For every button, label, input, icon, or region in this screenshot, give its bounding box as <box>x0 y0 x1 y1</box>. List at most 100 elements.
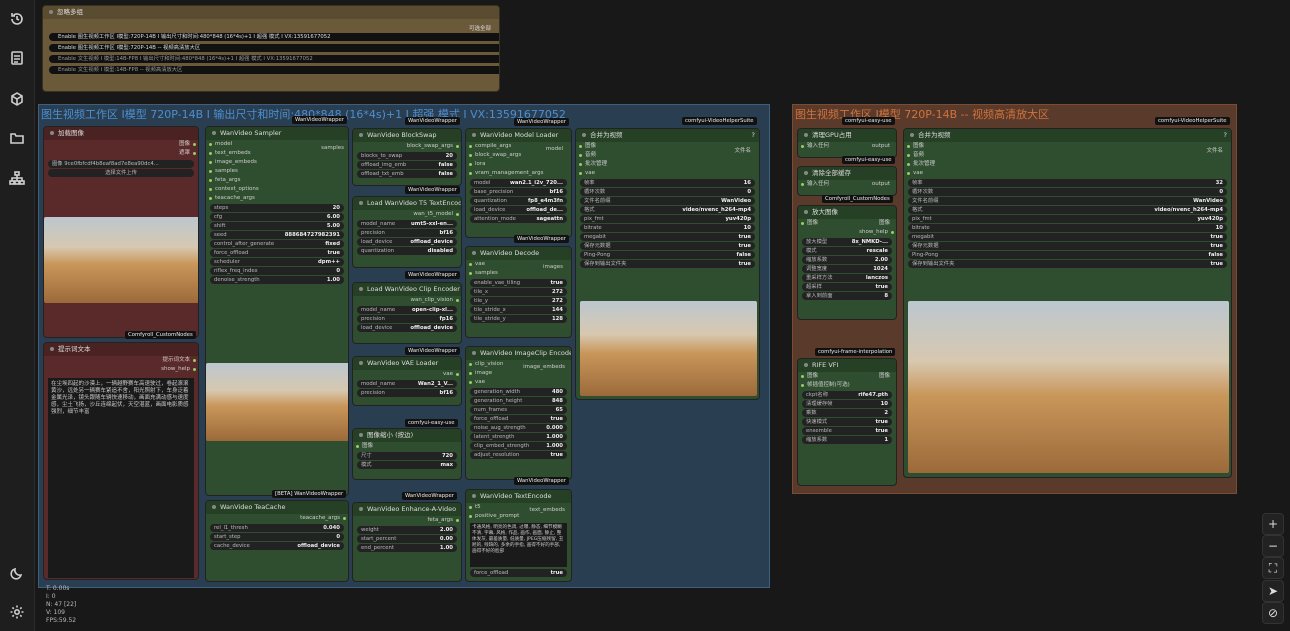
help-icon[interactable]: ? <box>752 129 755 142</box>
input-slot[interactable]: text_embeds <box>206 149 348 158</box>
bypass-row[interactable]: Enable 图生视频工作区 I模型:720P-14B -- 视频高清放大区ye… <box>49 44 499 52</box>
widget[interactable]: tile_y 272 <box>470 297 567 305</box>
video-combine-node[interactable]: 合并为视频? 文件名 图像 音频 批次管理 vae 帧率 16 循环次数 0 文件名… <box>575 128 760 400</box>
input-slot[interactable]: 图像 <box>353 442 461 451</box>
bypass-row[interactable]: Enable 图生视频工作区 I模型:720P-14B I 输出尺寸和时间:48… <box>49 33 499 41</box>
zoom-out-icon[interactable]: − <box>1262 535 1284 557</box>
upload-button[interactable]: 选择文件上传 <box>48 169 194 177</box>
load-clip-encoder-node[interactable]: Load WanVideo Clip Encoder wan_clip_visi… <box>352 282 462 344</box>
widget[interactable]: Ping-Pong false <box>908 251 1227 259</box>
output-slot[interactable]: feta_args <box>353 516 461 525</box>
widget[interactable]: denoise_strength 1.00 <box>210 276 344 284</box>
widget[interactable]: attention_mode sageattn <box>470 215 567 223</box>
widget[interactable]: quantization disabled <box>357 247 457 255</box>
input-slot[interactable]: image_embeds <box>206 158 348 167</box>
output-slot[interactable]: block_swap_args <box>353 142 461 151</box>
widget[interactable]: enable_vae_tiling true <box>470 279 567 287</box>
prompt-text-node[interactable]: 提示词文本 提示词文本 show_help 在尘埃四起的沙漠上，一辆越野赛车高速… <box>43 342 199 580</box>
widget[interactable]: bitrate 10 <box>908 224 1227 232</box>
widget[interactable]: 重采样方法 lanczos <box>802 274 892 282</box>
widget[interactable]: 格式 video/nvenc_h264-mp4 <box>580 206 755 214</box>
widget[interactable]: bitrate 10 <box>580 224 755 232</box>
widget[interactable]: start_percent 0.00 <box>357 535 457 543</box>
fit-view-icon[interactable]: ⛶ <box>1262 557 1284 579</box>
group-title[interactable]: 图生视频工作区 I模型 720P-14B -- 视频高清放大区 <box>795 106 1049 122</box>
wanvideo-teacache-node[interactable]: WanVideo TeaCache teacache_args rel_l1_t… <box>205 500 349 582</box>
widget[interactable]: 帧率 16 <box>580 179 755 187</box>
widget[interactable]: offload_txt_emb false <box>357 170 457 178</box>
widget[interactable]: 保存元数据 true <box>908 242 1227 250</box>
video-preview[interactable] <box>908 301 1229 473</box>
input-slot[interactable]: feta_args <box>206 176 348 185</box>
video-combine-upscaled-node[interactable]: 合并为视频? 文件名 图像 音频 批次管理 vae 帧率 32 循环次数 0 文件名… <box>903 128 1232 478</box>
input-slot[interactable]: block_swap_args <box>466 151 571 160</box>
widget[interactable]: tile_stride_x 144 <box>470 306 567 314</box>
widget[interactable]: offload_img_emb false <box>357 161 457 169</box>
widget[interactable]: weight 2.00 <box>357 526 457 534</box>
rife-vfi-node[interactable]: RIFE VFI 图像 图像 帧插值控制(可选) ckpt名称 rife47.pth… <box>797 358 897 486</box>
widget[interactable]: 帧率 32 <box>908 179 1227 187</box>
widget[interactable]: rel_l1_thresh 0.040 <box>210 524 344 532</box>
input-slot[interactable]: vram_management_args <box>466 169 571 178</box>
load-t5-encoder-node[interactable]: Load WanVideo T5 TextEncoder wan_t5_mode… <box>352 196 462 268</box>
output-slot[interactable]: wan_t5_model <box>353 210 461 219</box>
clear-cache-node[interactable]: 清除全部缓存 输入任何 output <box>797 166 897 196</box>
bypass-row[interactable]: Enable 文生视频 I 模型:14B-FP8 -- 视频高清放大区no➜ <box>49 66 499 74</box>
input-slot[interactable]: 图像 <box>576 142 759 151</box>
moon-icon[interactable] <box>6 562 28 584</box>
input-slot[interactable]: vae <box>576 169 759 178</box>
input-slot[interactable]: 音频 <box>904 151 1231 160</box>
widget[interactable]: num_frames 65 <box>470 406 567 414</box>
input-slot[interactable]: 输入任何 output <box>798 142 896 151</box>
output-teacache[interactable]: teacache_args <box>206 514 348 523</box>
widget[interactable]: megabit true <box>908 233 1227 241</box>
widget[interactable]: precision bf16 <box>357 389 457 397</box>
widget[interactable]: riflex_freq_index 0 <box>210 267 344 275</box>
widget[interactable]: 缩放系数 1 <box>802 436 892 444</box>
widget[interactable]: cache_device offload_device <box>210 542 344 550</box>
widget[interactable]: shift 5.00 <box>210 222 344 230</box>
input-slot[interactable]: context_options <box>206 185 348 194</box>
input-slot[interactable]: 图像 图像 <box>798 372 896 381</box>
widget[interactable]: noise_aug_strength 0.000 <box>470 424 567 432</box>
input-slot[interactable]: samples <box>206 167 348 176</box>
widget[interactable]: 调整宽度 1024 <box>802 265 892 273</box>
output-mask[interactable]: 遮罩 <box>44 149 198 158</box>
widget[interactable]: model_name open-clip-xl... <box>357 306 457 314</box>
widget[interactable]: 尺寸 720 <box>357 452 457 460</box>
widget[interactable]: 循环次数 0 <box>580 188 755 196</box>
zoom-in-icon[interactable]: + <box>1262 513 1284 535</box>
widget[interactable]: clip_embed_strength 1.000 <box>470 442 567 450</box>
prompt-textarea[interactable]: 在尘埃四起的沙漠上，一辆越野赛车高速驶过，卷起滚滚黄沙，远处另一辆赛车紧追不舍，… <box>48 378 194 578</box>
image-file-select[interactable]: 图像 9ce0fbfcdf4b8eaf8ad7e8ea90dc4... <box>48 160 194 168</box>
input-slot[interactable]: 帧插值控制(可选) <box>798 381 896 390</box>
input-slot[interactable]: 输入任何 output <box>798 180 896 189</box>
widget[interactable]: precision fp16 <box>357 315 457 323</box>
input-slot[interactable]: t5 <box>466 503 571 512</box>
input-slot[interactable]: clip_vision <box>466 360 571 369</box>
locate-icon[interactable]: ➤ <box>1262 580 1284 602</box>
node-tree-icon[interactable] <box>6 167 28 189</box>
input-slot[interactable]: 批次管理 <box>576 160 759 169</box>
select-all-label[interactable]: 可选全部 <box>469 24 491 32</box>
widget[interactable]: base_precision bf16 <box>470 188 567 196</box>
widget[interactable]: 拿入到前面 8 <box>802 292 892 300</box>
widget[interactable]: megabit true <box>580 233 755 241</box>
output-image[interactable]: 图像 <box>44 140 198 149</box>
folder-icon[interactable] <box>6 127 28 149</box>
document-icon[interactable] <box>6 47 28 69</box>
widget[interactable]: 快速模式 true <box>802 418 892 426</box>
input-slot[interactable]: model <box>206 140 348 149</box>
input-slot[interactable]: teacache_args <box>206 194 348 203</box>
output-show-help[interactable]: show_help <box>798 228 896 237</box>
box-icon[interactable] <box>6 88 28 110</box>
input-slot[interactable]: 音频 <box>576 151 759 160</box>
widget[interactable]: pix_fmt yuv420p <box>908 215 1227 223</box>
widget[interactable]: 模式 max <box>357 461 457 469</box>
input-positive-prompt[interactable]: positive_prompt <box>466 512 571 521</box>
widget[interactable]: load_device offload_de... <box>470 206 567 214</box>
widget[interactable]: 清理缓存帧 10 <box>802 400 892 408</box>
wanvideo-decode-node[interactable]: WanVideo Decode images vae samples enabl… <box>465 246 572 338</box>
widget[interactable]: load_device offload_device <box>357 324 457 332</box>
widget[interactable]: model_name umt5-xxl-en... <box>357 220 457 228</box>
